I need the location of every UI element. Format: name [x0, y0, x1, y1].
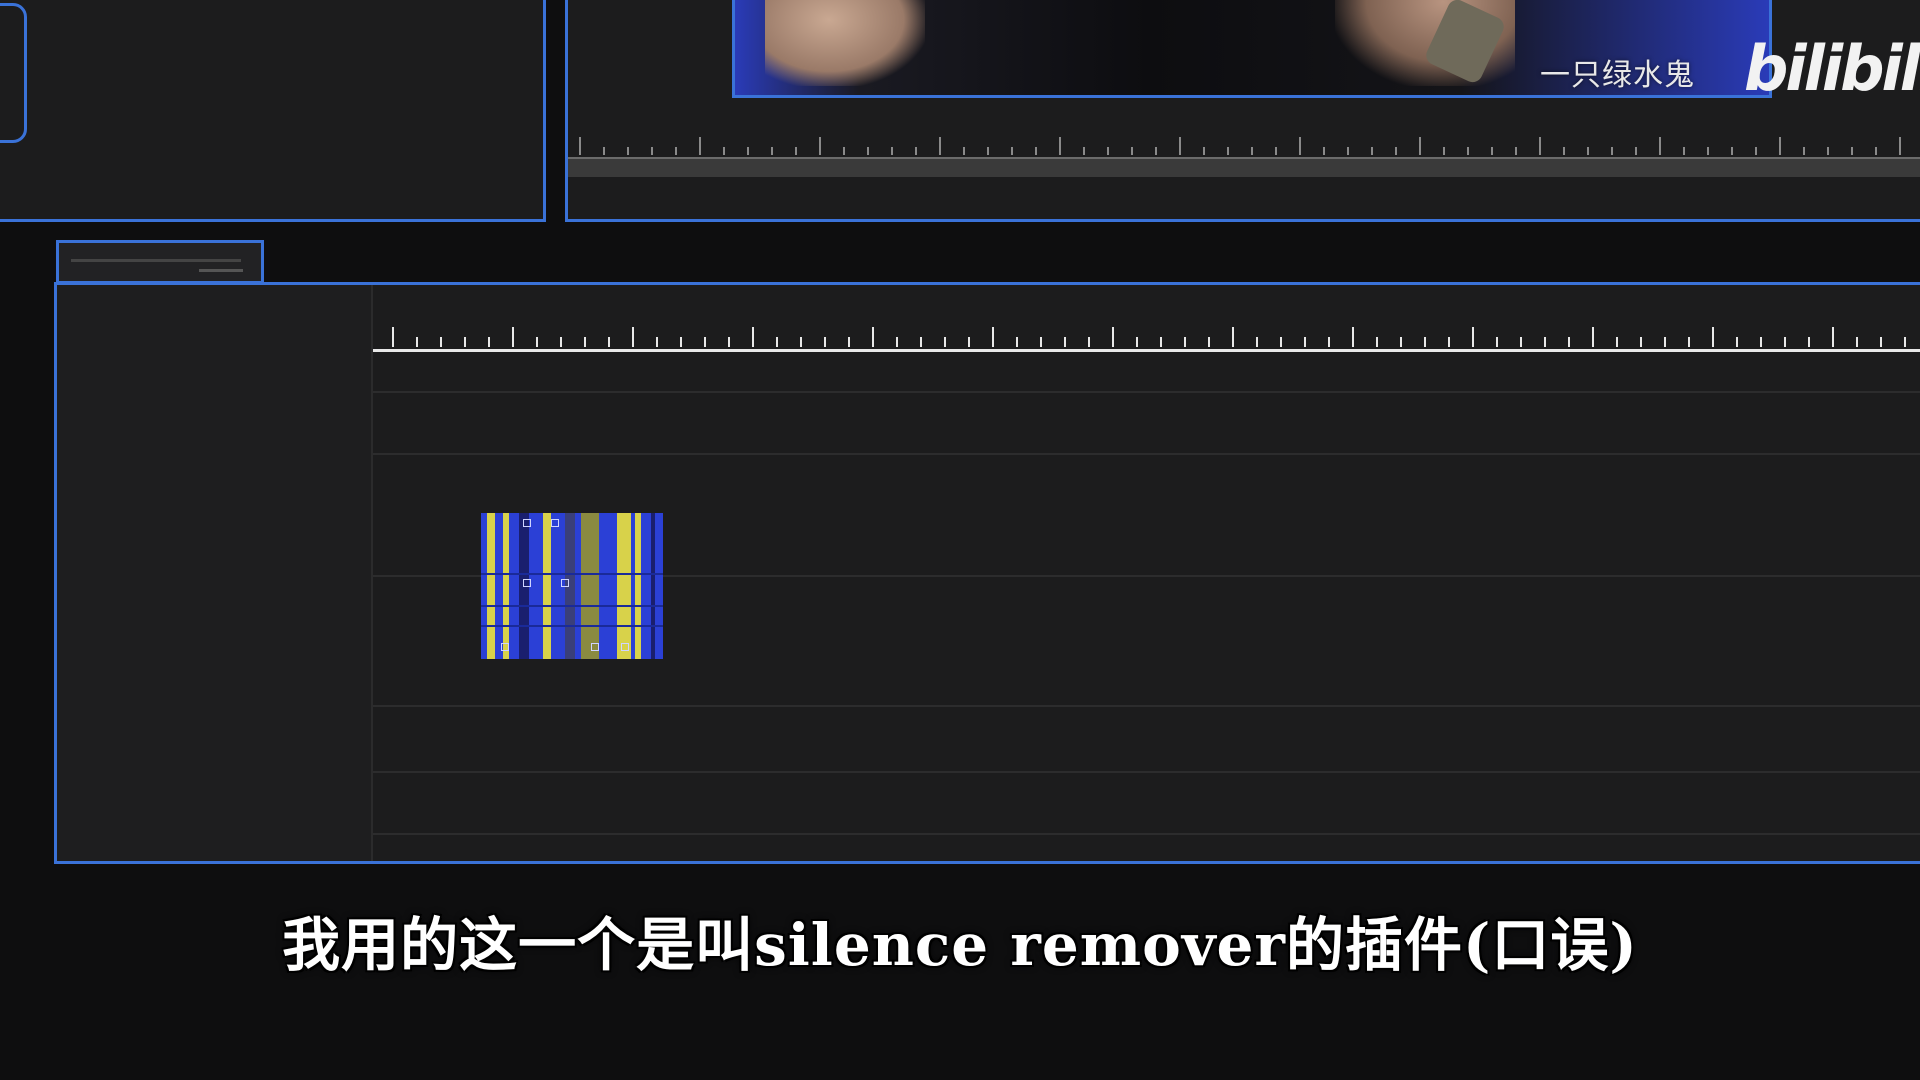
- program-monitor-scrollbar[interactable]: [568, 159, 1920, 177]
- clip-keyframe-marker: [523, 579, 531, 587]
- channel-watermark: 一只绿水鬼: [1540, 58, 1695, 93]
- clip-segment[interactable]: [487, 513, 495, 659]
- track-divider: [373, 453, 1920, 455]
- clip-keyframe-marker: [561, 579, 569, 587]
- clip-keyframe-marker: [551, 519, 559, 527]
- track-headers-area[interactable]: [57, 285, 373, 861]
- clip-track-separator: [481, 605, 663, 607]
- program-ruler-ticks: [579, 137, 1901, 155]
- clip-segment[interactable]: [503, 513, 509, 659]
- panel-frame-highlight: [0, 3, 27, 143]
- program-monitor-panel: [565, 0, 1920, 222]
- bilibili-logo-icon: bilibili: [1744, 32, 1920, 105]
- timeline-panel: [54, 282, 1920, 864]
- clip-segment[interactable]: [651, 513, 655, 659]
- clip-keyframe-marker: [591, 643, 599, 651]
- track-divider: [373, 705, 1920, 707]
- clip-segment[interactable]: [543, 513, 551, 659]
- clip-track-separator: [481, 573, 663, 575]
- source-monitor-panel: [0, 0, 546, 222]
- program-monitor-ruler[interactable]: [568, 127, 1920, 159]
- clip-keyframe-marker: [621, 643, 629, 651]
- track-divider: [373, 833, 1920, 835]
- clip-segment[interactable]: [581, 513, 599, 659]
- tab-label-placeholder: [71, 259, 241, 262]
- video-hand-left: [765, 0, 925, 86]
- track-divider: [373, 391, 1920, 393]
- timeline-sequence-tab[interactable]: [56, 240, 264, 284]
- clip-keyframe-marker: [523, 519, 531, 527]
- clip-keyframe-marker: [501, 643, 509, 651]
- video-subtitle: 我用的这一个是叫silence remover的插件(口误): [282, 911, 1638, 979]
- clip-segment[interactable]: [617, 513, 631, 659]
- timeline-ruler[interactable]: [373, 315, 1920, 352]
- video-clip-cluster[interactable]: [481, 513, 663, 659]
- clip-track-separator: [481, 625, 663, 627]
- track-divider: [373, 771, 1920, 773]
- tab-label-placeholder-2: [199, 269, 243, 272]
- clip-segment[interactable]: [635, 513, 641, 659]
- timeline-ruler-ticks: [392, 327, 1906, 347]
